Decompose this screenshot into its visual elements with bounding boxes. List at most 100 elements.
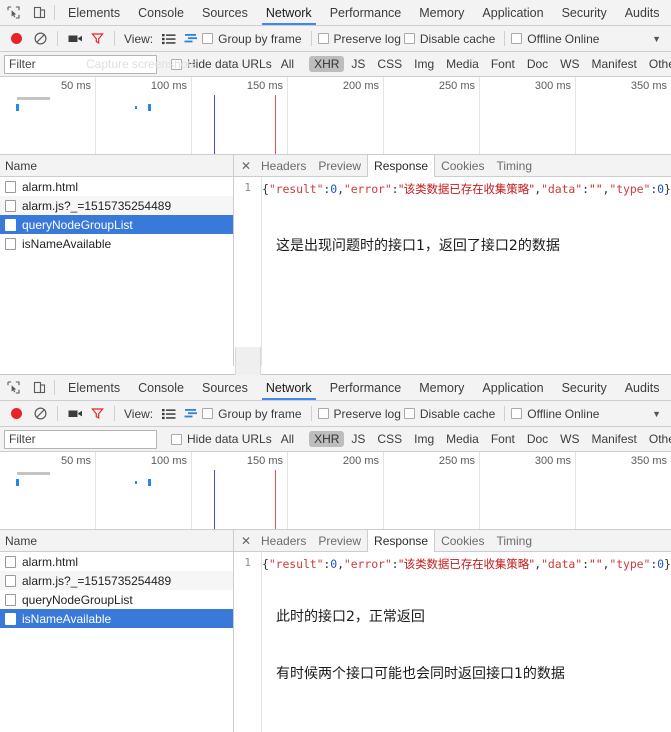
filter-type-other[interactable]: Other	[644, 431, 671, 447]
filter-type-other[interactable]: Other	[644, 56, 671, 72]
filter-type-all[interactable]: All	[276, 56, 299, 72]
detail-tab-headers[interactable]: Headers	[255, 157, 312, 175]
filter-type-font[interactable]: Font	[486, 431, 520, 447]
filter-type-ws[interactable]: WS	[555, 431, 584, 447]
filter-type-css[interactable]: CSS	[372, 431, 407, 447]
filter-input[interactable]	[4, 429, 157, 449]
tab-network[interactable]: Network	[257, 375, 321, 400]
chevron-down-icon[interactable]: ▼	[652, 34, 661, 44]
filter-type-manifest[interactable]: Manifest	[587, 56, 642, 72]
capture-screenshots-icon[interactable]	[64, 29, 86, 49]
tab-audits[interactable]: Audits	[616, 375, 669, 400]
list-item-querynodegrouplist[interactable]: queryNodeGroupList	[0, 215, 233, 234]
offline-checkbox[interactable]: Offline	[511, 32, 562, 46]
filter-type-media[interactable]: Media	[441, 56, 484, 72]
tab-memory[interactable]: Memory	[410, 0, 473, 25]
detail-tab-preview[interactable]: Preview	[312, 157, 367, 175]
detail-tab-response[interactable]: Response	[367, 530, 436, 552]
detail-tab-cookies[interactable]: Cookies	[435, 157, 490, 175]
detail-tab-preview[interactable]: Preview	[312, 532, 367, 550]
filter-type-xhr[interactable]: XHR	[309, 431, 345, 447]
list-item-alarm-html[interactable]: alarm.html	[0, 177, 233, 196]
clear-icon[interactable]	[29, 404, 51, 424]
disable-cache-checkbox[interactable]: Disable cache	[403, 407, 495, 421]
tab-elements[interactable]: Elements	[59, 375, 129, 400]
filter-type-doc[interactable]: Doc	[522, 431, 553, 447]
filter-type-doc[interactable]: Doc	[522, 56, 553, 72]
filter-type-img[interactable]: Img	[409, 431, 439, 447]
filter-input[interactable]	[4, 54, 157, 74]
tab-performance[interactable]: Performance	[321, 375, 411, 400]
waterfall-view-icon[interactable]	[180, 404, 202, 424]
filter-icon[interactable]	[86, 29, 108, 49]
offline-checkbox[interactable]: Offline	[511, 407, 562, 421]
tab-console[interactable]: Console	[129, 375, 193, 400]
hide-data-urls-checkbox[interactable]: Hide data URLs	[171, 432, 272, 446]
tab-sources[interactable]: Sources	[193, 375, 257, 400]
tab-security[interactable]: Security	[553, 0, 616, 25]
preserve-log-checkbox[interactable]: Preserve log	[317, 407, 401, 421]
filter-icon[interactable]	[86, 404, 108, 424]
tab-application[interactable]: Application	[473, 0, 552, 25]
tab-sources[interactable]: Sources	[193, 0, 257, 25]
close-icon[interactable]: ✕	[237, 534, 255, 548]
hide-data-urls-checkbox[interactable]: Hide data URLs	[171, 57, 272, 71]
list-item-isnameavailable[interactable]: isNameAvailable	[0, 609, 233, 628]
filter-type-js[interactable]: JS	[346, 56, 370, 72]
filter-type-manifest[interactable]: Manifest	[587, 431, 642, 447]
json-close-brace: }	[663, 182, 671, 196]
tab-performance[interactable]: Performance	[321, 0, 411, 25]
close-icon[interactable]: ✕	[237, 159, 255, 173]
list-item-alarm-js[interactable]: alarm.js?_=1515735254489	[0, 196, 233, 215]
filter-type-media[interactable]: Media	[441, 431, 484, 447]
tab-security[interactable]: Security	[553, 375, 616, 400]
tab-audits[interactable]: Audits	[616, 0, 669, 25]
list-item-alarm-js[interactable]: alarm.js?_=1515735254489	[0, 571, 233, 590]
throttling-select[interactable]: Online	[565, 32, 600, 46]
tab-memory[interactable]: Memory	[410, 375, 473, 400]
chevron-down-icon[interactable]: ▼	[652, 409, 661, 419]
record-button[interactable]	[11, 408, 22, 419]
disable-cache-checkbox[interactable]: Disable cache	[403, 32, 495, 46]
toolbar-divider-3	[310, 406, 312, 421]
group-by-frame-checkbox[interactable]: Group by frame	[202, 32, 302, 46]
group-by-frame-checkbox[interactable]: Group by frame	[202, 407, 302, 421]
waterfall-view-icon[interactable]	[180, 29, 202, 49]
tab-elements[interactable]: Elements	[59, 0, 129, 25]
response-body-bottom[interactable]: 1 {"result":0,"error":"该类数据已存在收集策略","dat…	[234, 552, 671, 732]
response-body-top[interactable]: 1 {"result":0,"error":"该类数据已存在收集策略","dat…	[234, 177, 671, 366]
tab-network[interactable]: Network	[257, 0, 321, 25]
filter-type-js[interactable]: JS	[346, 431, 370, 447]
network-overview-timeline-top[interactable]: 50 ms 100 ms 150 ms 200 ms 250 ms 300 ms…	[0, 77, 671, 155]
capture-screenshots-icon[interactable]	[64, 404, 86, 424]
record-button[interactable]	[11, 33, 22, 44]
detail-tab-headers[interactable]: Headers	[255, 532, 312, 550]
detail-tab-response[interactable]: Response	[367, 155, 436, 177]
filter-type-font[interactable]: Font	[486, 56, 520, 72]
filter-type-img[interactable]: Img	[409, 56, 439, 72]
device-toolbar-icon[interactable]	[26, 375, 52, 400]
clear-icon[interactable]	[29, 29, 51, 49]
detail-tab-timing[interactable]: Timing	[490, 532, 538, 550]
scrollbar-thumb[interactable]	[235, 347, 261, 375]
detail-tab-timing[interactable]: Timing	[490, 157, 538, 175]
list-item-querynodegrouplist[interactable]: queryNodeGroupList	[0, 590, 233, 609]
inspect-element-icon[interactable]	[0, 0, 26, 25]
list-view-icon[interactable]	[158, 404, 180, 424]
filter-type-all[interactable]: All	[276, 431, 299, 447]
overview-cell: 300 ms	[480, 77, 576, 154]
network-overview-timeline-bottom[interactable]: 50 ms 100 ms 150 ms 200 ms 250 ms 300 ms…	[0, 452, 671, 530]
list-item-alarm-html[interactable]: alarm.html	[0, 552, 233, 571]
filter-type-ws[interactable]: WS	[555, 56, 584, 72]
inspect-element-icon[interactable]	[0, 375, 26, 400]
preserve-log-checkbox[interactable]: Preserve log	[317, 32, 401, 46]
device-toolbar-icon[interactable]	[26, 0, 52, 25]
detail-tab-cookies[interactable]: Cookies	[435, 532, 490, 550]
tab-application[interactable]: Application	[473, 375, 552, 400]
throttling-select[interactable]: Online	[565, 407, 600, 421]
list-item-isnameavailable[interactable]: isNameAvailable	[0, 234, 233, 253]
filter-type-xhr[interactable]: XHR	[309, 56, 345, 72]
filter-type-css[interactable]: CSS	[372, 56, 407, 72]
list-view-icon[interactable]	[158, 29, 180, 49]
tab-console[interactable]: Console	[129, 0, 193, 25]
